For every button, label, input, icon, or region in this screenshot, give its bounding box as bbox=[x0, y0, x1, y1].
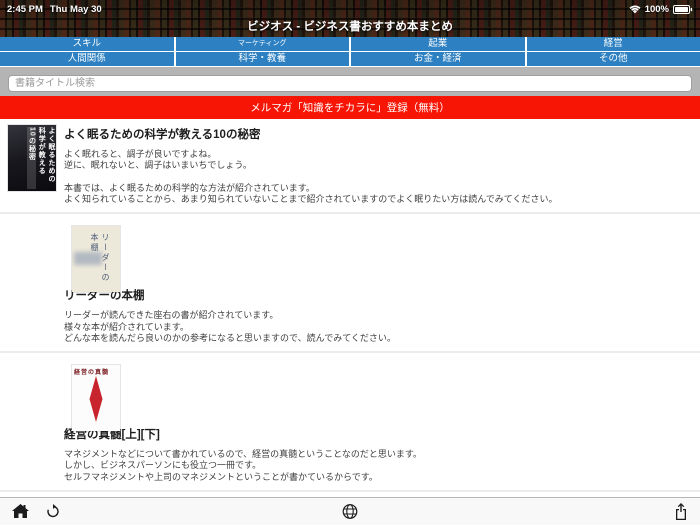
cover-text: 科学が教える bbox=[38, 127, 46, 175]
nav-item-money[interactable]: お金・経済 bbox=[351, 52, 525, 66]
cover-text: 経営の真髄 bbox=[74, 370, 110, 376]
book-list: よく眠るための 科学が教える 10の秘密 よく眠るための科学が教える10の秘密 … bbox=[0, 119, 700, 525]
book-cover-thumbnail: 経営の真髄 bbox=[72, 365, 120, 431]
book-title: リーダーの本棚 bbox=[64, 290, 145, 303]
browser-toolbar bbox=[0, 497, 700, 525]
book-cover-thumbnail: リーダーの本棚 bbox=[72, 226, 120, 293]
cover-text: 10の秘密 bbox=[26, 127, 36, 189]
nav-item-other[interactable]: その他 bbox=[526, 52, 700, 66]
wifi-icon bbox=[629, 5, 641, 14]
date: Thu May 30 bbox=[49, 3, 102, 15]
nav-item-skill[interactable]: スキル bbox=[0, 37, 174, 51]
browser-window: 2:45 PM Thu May 30 100% ビジオス - ビジネス書おすすめ… bbox=[0, 0, 700, 525]
nav-item-startup[interactable]: 起業 bbox=[351, 37, 525, 51]
nav-item-marketing[interactable]: マーケティング bbox=[175, 37, 349, 51]
cover-diamond-graphic bbox=[89, 376, 103, 422]
status-bar: 2:45 PM Thu May 30 100% bbox=[0, 0, 700, 18]
book-title: 経営の真髄[上][下] bbox=[64, 429, 160, 441]
nav-item-science[interactable]: 科学・教養 bbox=[175, 52, 349, 66]
list-item-book-2[interactable]: リーダーの本棚 リーダーの本棚 リーダーが読んできた座右の書が紹介されています。… bbox=[0, 214, 700, 353]
globe-icon[interactable] bbox=[342, 504, 358, 519]
battery-icon bbox=[673, 4, 693, 14]
list-item-book-3[interactable]: 経営の真髄 経営の真髄[上][下] マネジメントなどについて書かれているので、経… bbox=[0, 353, 700, 492]
home-icon[interactable] bbox=[12, 504, 29, 519]
battery-percent: 100% bbox=[644, 3, 669, 15]
list-item-book-1[interactable]: よく眠るための 科学が教える 10の秘密 よく眠るための科学が教える10の秘密 … bbox=[0, 119, 700, 215]
book-cover-thumbnail: よく眠るための 科学が教える 10の秘密 bbox=[8, 125, 56, 191]
search-bar bbox=[0, 67, 700, 96]
page-title: ビジオス - ビジネス書おすすめ本まとめ bbox=[247, 21, 453, 33]
book-description: リーダーが読んできた座右の書が紹介されています。 様々な本が紹介されています。 … bbox=[64, 310, 396, 343]
category-nav: スキル マーケティング 起業 経営 人間関係 科学・教養 お金・経済 その他 bbox=[0, 37, 700, 66]
clock: 2:45 PM bbox=[7, 3, 43, 15]
book-description: よく眠れると、調子が良いですよね。 逆に、眠れないと、調子はいまいちでしょう。 … bbox=[64, 149, 558, 204]
book-title: よく眠るための科学が教える10の秘密 bbox=[64, 129, 261, 141]
nav-item-management[interactable]: 経営 bbox=[526, 37, 700, 51]
cover-text: リーダーの本棚 bbox=[90, 233, 110, 284]
search-input[interactable] bbox=[8, 75, 692, 92]
site-header: 2:45 PM Thu May 30 100% ビジオス - ビジネス書おすすめ… bbox=[0, 0, 700, 37]
mailmagazine-banner[interactable]: メルマガ「知識をチカラに」登録（無料） bbox=[0, 96, 700, 119]
share-icon[interactable] bbox=[674, 503, 688, 520]
book-description: マネジメントなどについて書かれているので、経営の真髄ということなのだと思います。… bbox=[64, 449, 422, 482]
cover-text: よく眠るための bbox=[48, 127, 55, 183]
refresh-icon[interactable] bbox=[46, 504, 60, 519]
nav-item-relationships[interactable]: 人間関係 bbox=[0, 52, 174, 66]
